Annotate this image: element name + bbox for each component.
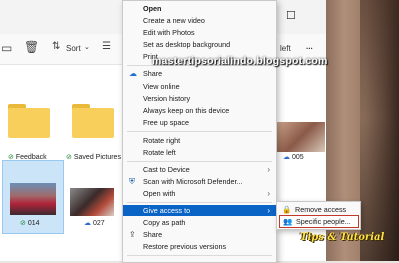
lock-icon: 🔒 — [282, 205, 292, 214]
folder-icon[interactable] — [8, 104, 50, 138]
context-menu: Open Create a new video Edit with Photos… — [122, 0, 277, 263]
menu-item-share[interactable]: ⇪ Share — [123, 229, 276, 240]
file-item-saved-pictures[interactable]: ⊘ Saved Pictures — [66, 153, 121, 161]
file-item-014[interactable]: ⊘ 014 — [20, 219, 40, 227]
menu-separator — [127, 131, 272, 132]
menu-item-open[interactable]: Open — [123, 3, 276, 14]
sort-chevron-down-icon[interactable]: ⌄ — [84, 43, 90, 51]
defender-shield-icon: ⛨ — [129, 177, 135, 186]
menu-item-free-up-space[interactable]: Free up space — [123, 117, 276, 128]
chevron-right-icon: › — [267, 189, 270, 198]
share-icon: ⇪ — [129, 230, 136, 239]
watermark-url: mastertipsorialindo.blogspot.com — [152, 55, 328, 67]
synced-check-icon: ⊘ — [66, 154, 72, 161]
submenu-item-remove-access[interactable]: 🔒 Remove access — [279, 204, 357, 215]
menu-item-open-with[interactable]: Open with › — [123, 188, 276, 199]
menu-item-scan-defender[interactable]: ⛨ Scan with Microsoft Defender... — [123, 176, 276, 187]
chevron-right-icon: › — [267, 206, 270, 215]
menu-item-always-keep[interactable]: Always keep on this device — [123, 105, 276, 116]
file-item-027[interactable]: ☁ 027 — [84, 219, 105, 227]
menu-item-version-history[interactable]: Version history — [123, 93, 276, 104]
people-icon: 👥 — [283, 217, 293, 226]
menu-item-rotate-left[interactable]: Rotate left — [123, 147, 276, 158]
trash-icon[interactable]: 🗑 — [24, 40, 39, 54]
menu-item-edit-with-photos[interactable]: Edit with Photos — [123, 27, 276, 38]
onedrive-cloud-icon: ☁ — [129, 69, 137, 78]
menu-item-create-new-video[interactable]: Create a new video — [123, 15, 276, 26]
watermark-badge: Tips & Tutorial — [300, 232, 385, 243]
background-photo-shade — [360, 0, 399, 261]
give-access-submenu: 🔒 Remove access 👥 Specific people... — [276, 201, 361, 230]
menu-item-view-online[interactable]: View online — [123, 81, 276, 92]
menu-item-cast-to-device[interactable]: Cast to Device › — [123, 164, 276, 175]
image-thumbnail-005[interactable] — [277, 122, 325, 152]
menu-separator — [127, 255, 272, 256]
menu-item-onedrive-share[interactable]: ☁ Share — [123, 68, 276, 79]
maximize-button[interactable]: ☐ — [286, 9, 296, 22]
synced-check-icon: ⊘ — [20, 220, 26, 227]
menu-item-copy-as-path[interactable]: Copy as path — [123, 217, 276, 228]
submenu-item-specific-people[interactable]: 👥 Specific people... — [279, 215, 359, 228]
folder-icon[interactable] — [72, 104, 114, 138]
menu-item-give-access-to[interactable]: Give access to › — [123, 205, 276, 216]
sort-icon: ⇅ — [52, 41, 61, 52]
file-item-005[interactable]: ☁ 005 — [283, 153, 304, 161]
cloud-icon: ☁ — [84, 220, 91, 227]
copy-icon[interactable]: ▭ — [1, 41, 12, 55]
sort-button[interactable]: Sort — [66, 44, 81, 53]
view-icon[interactable]: ☰ — [102, 41, 111, 52]
image-thumbnail-014[interactable] — [10, 183, 56, 215]
cloud-icon: ☁ — [283, 154, 290, 161]
menu-item-restore-previous-versions[interactable]: Restore previous versions — [123, 241, 276, 252]
menu-separator — [127, 161, 272, 162]
chevron-right-icon: › — [267, 165, 270, 174]
toolbar-partial-label[interactable]: left — [280, 44, 291, 53]
menu-item-rotate-right[interactable]: Rotate right — [123, 135, 276, 146]
menu-item-set-desktop-background[interactable]: Set as desktop background — [123, 39, 276, 50]
more-options-button[interactable]: ... — [306, 42, 313, 51]
image-thumbnail-027[interactable] — [70, 188, 114, 216]
menu-separator — [127, 202, 272, 203]
